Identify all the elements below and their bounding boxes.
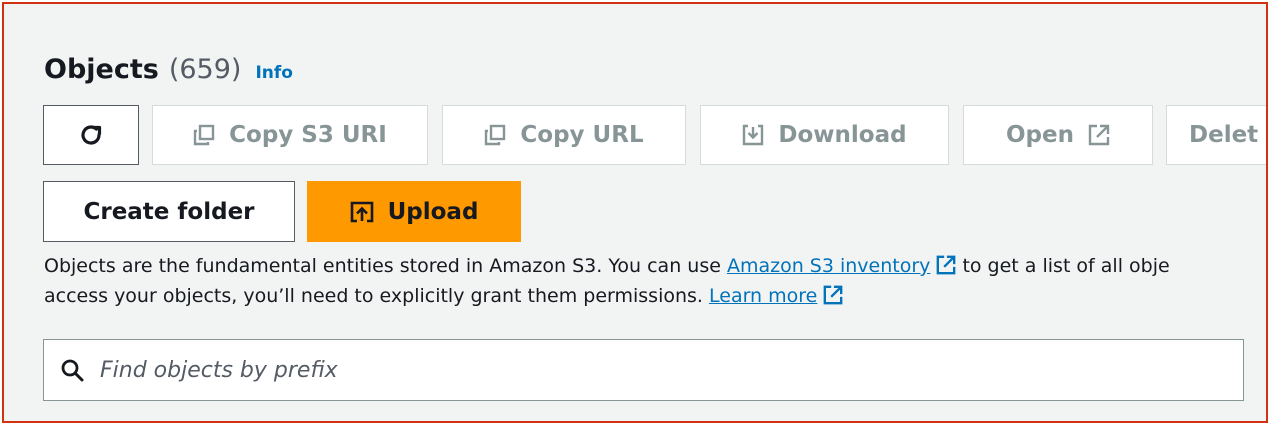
open-label: Open	[1006, 122, 1074, 148]
upload-button[interactable]: Upload	[307, 181, 521, 242]
external-link-icon	[937, 255, 956, 275]
search-box[interactable]	[43, 339, 1244, 401]
objects-description: Objects are the fundamental entities sto…	[44, 251, 1266, 311]
description-text: access your objects, you’ll need to expl…	[44, 285, 709, 307]
description-text: Objects are the fundamental entities sto…	[44, 255, 727, 277]
download-icon	[743, 124, 764, 146]
copy-icon	[193, 124, 215, 146]
create-folder-button[interactable]: Create folder	[43, 181, 295, 242]
copy-url-button[interactable]: Copy URL	[442, 105, 686, 165]
delete-button[interactable]: Delet	[1166, 105, 1266, 165]
create-folder-label: Create folder	[83, 198, 255, 225]
learn-more-link[interactable]: Learn more	[709, 285, 843, 307]
upload-label: Upload	[387, 198, 479, 225]
s3-inventory-link-label: Amazon S3 inventory	[726, 255, 931, 277]
copy-icon	[485, 124, 506, 146]
learn-more-link-label: Learn more	[709, 285, 818, 307]
object-count: (659)	[168, 54, 242, 85]
refresh-icon	[81, 125, 102, 145]
objects-header: Objects (659) Info	[44, 54, 293, 85]
description-line-1: Objects are the fundamental entities sto…	[44, 251, 1266, 281]
description-text: to get a list of all obje	[956, 255, 1170, 277]
download-label: Download	[778, 122, 907, 148]
copy-s3-uri-button[interactable]: Copy S3 URI	[152, 105, 428, 165]
copy-url-label: Copy URL	[520, 122, 644, 148]
open-button[interactable]: Open	[963, 105, 1153, 165]
external-link-icon	[823, 285, 843, 305]
info-link[interactable]: Info	[255, 63, 293, 83]
refresh-button[interactable]	[43, 105, 139, 165]
description-line-2: access your objects, you’ll need to expl…	[44, 281, 1266, 311]
s3-inventory-link[interactable]: Amazon S3 inventory	[727, 255, 956, 277]
objects-panel: Objects (659) Info Copy S3 URI Copy URL …	[2, 2, 1268, 423]
search-icon	[61, 359, 84, 382]
search-input[interactable]	[98, 356, 1202, 384]
upload-icon	[350, 201, 373, 222]
download-button[interactable]: Download	[700, 105, 949, 165]
external-link-icon	[1088, 124, 1110, 146]
delete-label: Delet	[1189, 122, 1259, 148]
copy-s3-uri-label: Copy S3 URI	[229, 122, 387, 148]
page-title: Objects	[44, 54, 159, 85]
